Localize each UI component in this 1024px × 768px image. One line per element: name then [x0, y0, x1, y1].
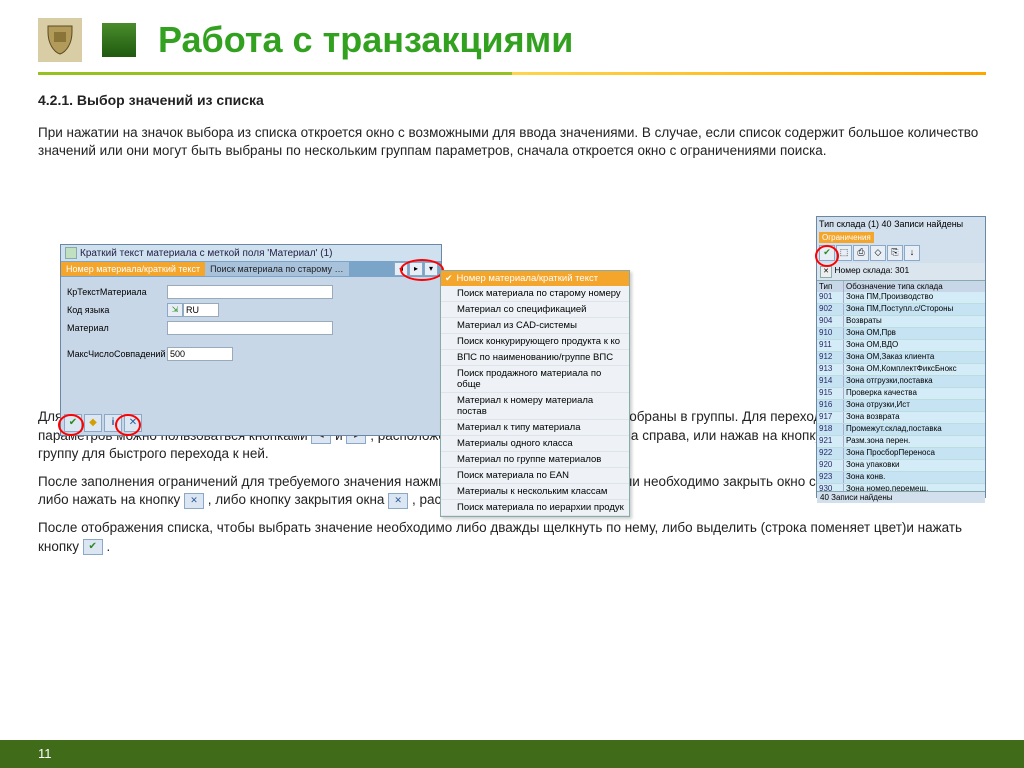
table-row[interactable]: 902Зона ПМ,Поступл.с/Стороны: [817, 304, 985, 316]
slide: Работа с транзакциями 4.2.1. Выбор значе…: [0, 0, 1024, 768]
tab-material-number[interactable]: Номер материала/краткий текст: [61, 262, 205, 276]
highlight-ring-close: [115, 414, 141, 436]
field-short-text-input[interactable]: [167, 285, 333, 299]
menu-item[interactable]: Поиск конкурирующего продукта к ко: [441, 334, 629, 350]
menu-item[interactable]: Поиск продажного материала по обще: [441, 366, 629, 393]
highlight-ring-ok: [58, 414, 84, 436]
result-toolbar: ✔ ⬚ ⎙ ◇ ⎘ ↓: [817, 243, 985, 263]
dialog-icon: [65, 247, 77, 259]
result-tool-6[interactable]: ↓: [904, 245, 920, 261]
close-list-icon: [184, 493, 204, 509]
result-title-text: Тип склада (1) 40 Записи найдены: [819, 219, 963, 229]
menu-item[interactable]: Материал по группе материалов: [441, 452, 629, 468]
table-row[interactable]: 914Зона отгрузки,поставка: [817, 376, 985, 388]
menu-item[interactable]: Материал к номеру материала постав: [441, 393, 629, 420]
table-row[interactable]: 916Зона отрузки,Ист: [817, 400, 985, 412]
dialog-tabs: Номер материала/краткий текст Поиск мате…: [61, 261, 441, 277]
result-dialog: Тип склада (1) 40 Записи найдены Огранич…: [816, 216, 986, 498]
slide-title: Работа с транзакциями: [158, 19, 573, 61]
search-group-menu: Номер материала/краткий текст Поиск мате…: [440, 270, 630, 517]
table-row[interactable]: 901Зона ПМ,Производство: [817, 292, 985, 304]
table-row[interactable]: 911Зона ОМ,ВДО: [817, 340, 985, 352]
menu-item[interactable]: Поиск материала по старому номеру: [441, 286, 629, 302]
lang-pick-button[interactable]: ⇲: [167, 303, 183, 317]
highlight-ring-result-ok: [815, 245, 839, 267]
result-tab-restrictions[interactable]: Ограничения: [819, 232, 874, 243]
field-lang-label: Код языка: [67, 305, 167, 315]
dialog-form: КрТекстМатериала Код языка⇲ Материал Мак…: [61, 277, 441, 369]
result-table: ТипОбозначение типа склада 901Зона ПМ,Пр…: [817, 280, 985, 491]
field-short-text-label: КрТекстМатериала: [67, 287, 167, 297]
table-row[interactable]: 904Возвраты: [817, 316, 985, 328]
menu-item[interactable]: Материалы одного класса: [441, 436, 629, 452]
section-heading: 4.2.1. Выбор значений из списка: [38, 91, 986, 110]
result-table-header: ТипОбозначение типа склада: [817, 281, 985, 292]
result-filter-row: ✕ Номер склада: 301: [817, 263, 985, 280]
table-row[interactable]: 921Разм.зона перен.: [817, 436, 985, 448]
footer-bar: 11: [0, 740, 1024, 768]
checkbox-icon[interactable]: ✕: [820, 266, 832, 278]
menu-item[interactable]: Поиск материала по EAN: [441, 468, 629, 484]
highlight-ring-nav: [400, 259, 444, 281]
crest-logo: [38, 18, 82, 62]
paragraph-4: После отображения списка, чтобы выбрать …: [38, 519, 986, 555]
slide-header: Работа с транзакциями: [0, 0, 1024, 68]
menu-item[interactable]: Материалы к нескольким классам: [441, 484, 629, 500]
table-row[interactable]: 918Промежут.склад,поставка: [817, 424, 985, 436]
dialog-titlebar: Краткий текст материала с меткой поля 'М…: [61, 245, 441, 261]
field-material-input[interactable]: [167, 321, 333, 335]
field-material-label: Материал: [67, 323, 167, 333]
green-accent-block: [102, 23, 136, 57]
result-status: 40 Записи найдены: [817, 491, 985, 503]
menu-item[interactable]: ВПС по наименованию/группе ВПС: [441, 350, 629, 366]
menu-selected-item[interactable]: Номер материала/краткий текст: [441, 271, 629, 286]
table-row[interactable]: 923Зона конв.: [817, 472, 985, 484]
select-ok-icon: [83, 539, 103, 555]
menu-item[interactable]: Материал к типу материала: [441, 420, 629, 436]
menu-item[interactable]: Материал из CAD-системы: [441, 318, 629, 334]
field-lang-input[interactable]: [183, 303, 219, 317]
table-row[interactable]: 912Зона ОМ,Заказ клиента: [817, 352, 985, 364]
field-maxhits-input[interactable]: [167, 347, 233, 361]
result-titlebar: Тип склада (1) 40 Записи найдены: [817, 217, 985, 231]
page-number: 11: [38, 746, 52, 761]
result-tool-5[interactable]: ⎘: [887, 245, 903, 261]
menu-item[interactable]: Поиск материала по иерархии продук: [441, 500, 629, 516]
table-row[interactable]: 915Проверка качества: [817, 388, 985, 400]
dialog-title-text: Краткий текст материала с меткой поля 'М…: [80, 248, 332, 259]
menu-item[interactable]: Материал со спецификацией: [441, 302, 629, 318]
result-tool-4[interactable]: ◇: [870, 245, 886, 261]
table-row[interactable]: 910Зона ОМ,Прв: [817, 328, 985, 340]
window-close-icon: [388, 493, 408, 509]
tab-old-number[interactable]: Поиск материала по старому …: [205, 262, 348, 276]
search-dialog: Краткий текст материала с меткой поля 'М…: [60, 244, 442, 436]
table-row[interactable]: 920Зона упаковки: [817, 460, 985, 472]
result-tool-3[interactable]: ⎙: [853, 245, 869, 261]
table-row[interactable]: 917Зона возврата: [817, 412, 985, 424]
table-row[interactable]: 913Зона ОМ,КомплектФиксБнокс: [817, 364, 985, 376]
field-maxhits-label: МаксЧислоСовпадений: [67, 349, 167, 359]
table-row[interactable]: 922Зона ПросборПереноса: [817, 448, 985, 460]
dialog-extra-button[interactable]: ◆: [84, 414, 102, 432]
paragraph-1: При нажатии на значок выбора из списка о…: [38, 124, 986, 160]
table-row[interactable]: 930Зона номер.перемещ.: [817, 484, 985, 491]
